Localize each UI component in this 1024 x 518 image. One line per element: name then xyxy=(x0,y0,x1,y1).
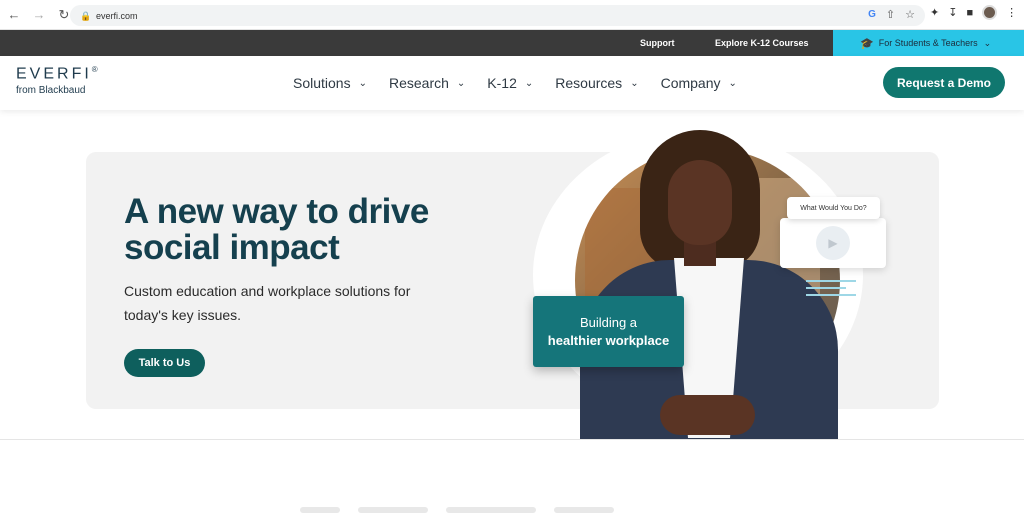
back-icon[interactable]: ← xyxy=(3,4,25,26)
url-text: everfi.com xyxy=(96,10,138,21)
chevron-down-icon: ⌄ xyxy=(983,37,992,48)
talk-to-us-button[interactable]: Talk to Us xyxy=(124,349,205,377)
brand-name: EVERFI xyxy=(16,65,92,83)
nav-item-solutions[interactable]: Solutions ⌄ xyxy=(293,75,367,91)
nav-item-company[interactable]: Company ⌄ xyxy=(661,75,737,91)
next-section-heading-placeholder xyxy=(300,500,660,513)
chevron-down-icon: ⌄ xyxy=(630,77,639,89)
chevron-down-icon: ⌄ xyxy=(358,77,367,89)
nav-menu: Solutions ⌄ Research ⌄ K-12 ⌄ Resources ⌄ Co… xyxy=(293,75,737,91)
everfi-logo[interactable]: EVERFI® from Blackbaud xyxy=(16,65,98,96)
video-preview-card: ▶ xyxy=(780,218,886,268)
nav-item-label: Research xyxy=(388,75,449,91)
nav-item-research[interactable]: Research ⌄ xyxy=(389,75,465,91)
download-icon[interactable]: ↧ xyxy=(948,6,957,19)
share-icon[interactable]: ⇧ xyxy=(886,8,895,21)
decorative-lines xyxy=(806,280,856,301)
registered-mark: ® xyxy=(91,65,98,74)
video-label: What Would You Do? xyxy=(787,197,880,219)
card-line-2: healthier workplace xyxy=(547,332,670,348)
students-teachers-label: For Students & Teachers xyxy=(878,38,978,48)
hero-person-image xyxy=(580,130,838,440)
nav-item-label: Company xyxy=(660,75,721,91)
nav-item-k12[interactable]: K-12 ⌄ xyxy=(487,75,533,91)
extensions-icon[interactable]: ✦ xyxy=(930,6,939,19)
menu-icon[interactable]: ⋮ xyxy=(1006,6,1017,19)
request-demo-button[interactable]: Request a Demo xyxy=(883,67,1005,98)
main-navigation: EVERFI® from Blackbaud Solutions ⌄ Resear… xyxy=(0,56,1024,110)
explore-courses-link[interactable]: Explore K-12 Courses xyxy=(715,38,809,48)
google-icon[interactable]: G xyxy=(868,9,876,20)
hero-subtitle: Custom education and workplace solutions… xyxy=(124,283,411,323)
chevron-down-icon: ⌄ xyxy=(728,77,737,89)
browser-toolbar: ← → ↻ 🔒 everfi.com G ⇧ ☆ ✦ ↧ ■ ⋮ xyxy=(0,0,1024,30)
students-teachers-button[interactable]: 🎓 For Students & Teachers ⌄ xyxy=(833,30,1024,56)
forward-icon[interactable]: → xyxy=(28,4,50,26)
lock-icon: 🔒 xyxy=(80,10,92,21)
chevron-down-icon: ⌄ xyxy=(524,77,534,89)
star-icon[interactable]: ☆ xyxy=(905,8,915,21)
profile-avatar[interactable] xyxy=(982,5,998,20)
nav-item-label: Resources xyxy=(555,75,623,91)
nav-item-label: K-12 xyxy=(487,75,517,91)
building-workplace-card: Building a healthier workplace xyxy=(533,296,684,367)
play-icon: ▶ xyxy=(816,226,850,260)
address-bar[interactable]: 🔒 everfi.com G ⇧ ☆ xyxy=(70,5,925,26)
hero-title: A new way to drive social impact xyxy=(124,192,429,267)
nav-item-resources[interactable]: Resources ⌄ xyxy=(555,75,638,91)
card-line-1: Building a xyxy=(579,314,638,330)
graduation-cap-icon: 🎓 xyxy=(860,37,874,50)
section-divider xyxy=(0,439,1024,440)
nav-item-label: Solutions xyxy=(293,75,351,91)
sub-brand: from Blackbaud xyxy=(16,85,86,97)
support-link[interactable]: Support xyxy=(640,38,675,48)
chevron-down-icon: ⌄ xyxy=(456,77,466,89)
sidepanel-icon[interactable]: ■ xyxy=(966,7,973,19)
